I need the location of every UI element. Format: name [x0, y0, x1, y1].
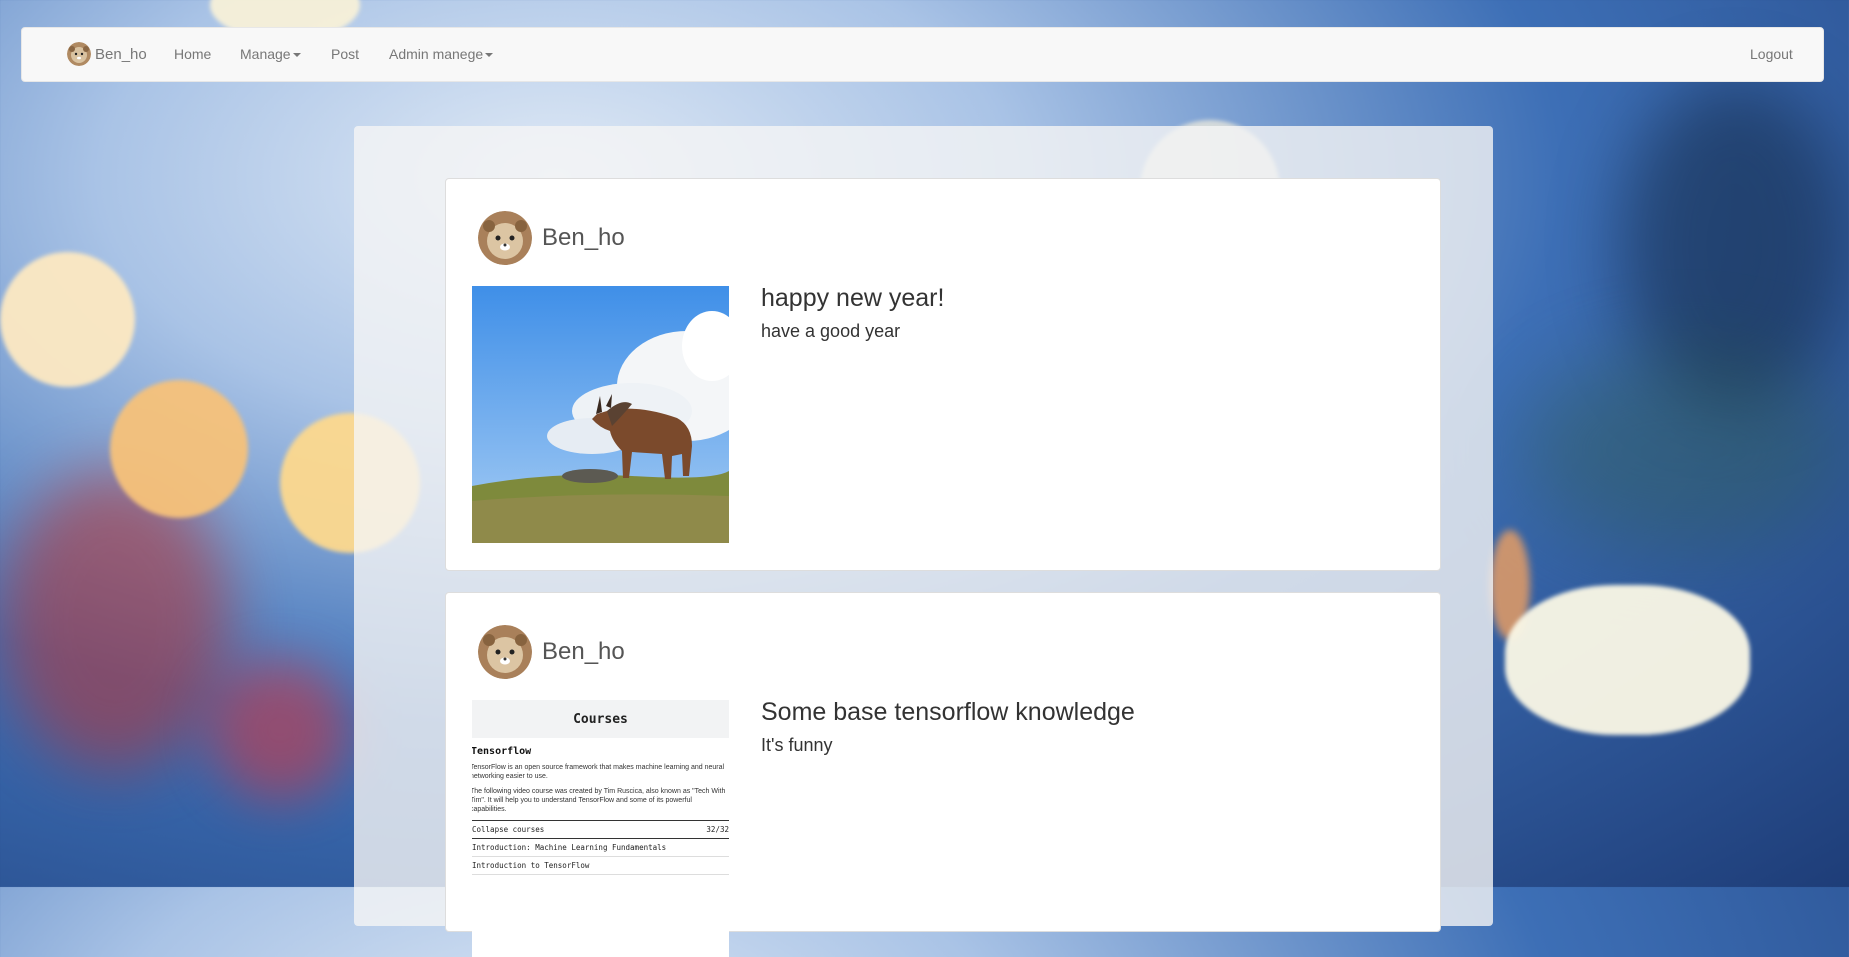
nav-manage-label: Manage — [240, 46, 291, 62]
author-name: Ben_ho — [542, 224, 625, 251]
nav-admin-dropdown[interactable]: Admin manege — [389, 46, 494, 62]
nav-home[interactable]: Home — [174, 46, 211, 62]
post-author[interactable]: Ben_ho — [478, 211, 625, 265]
bull-photo-image — [472, 286, 729, 543]
logout-link[interactable]: Logout — [1750, 46, 1793, 62]
background-bokeh — [0, 252, 135, 387]
post-image[interactable]: Courses Tensorflow TensorFlow is an open… — [472, 700, 729, 957]
nav-manage-dropdown[interactable]: Manage — [240, 46, 301, 62]
thumbnail-lesson: Introduction: Machine Learning Fundament… — [472, 839, 729, 857]
caret-down-icon — [485, 53, 494, 58]
post-title: happy new year! — [761, 284, 945, 312]
background-bokeh — [1505, 585, 1750, 735]
background-bokeh — [210, 660, 350, 800]
post-card: Ben_ho happy new year! have a good year — [445, 178, 1441, 571]
thumbnail-heading: Tensorflow — [472, 746, 532, 757]
post-title: Some base tensorflow knowledge — [761, 698, 1135, 726]
thumbnail-lesson: Introduction to TensorFlow — [472, 857, 729, 875]
post-body: It's funny — [761, 735, 833, 755]
author-name: Ben_ho — [542, 638, 625, 665]
author-avatar-icon — [478, 625, 532, 679]
thumbnail-collapse-bar: Collapse courses 32/32 — [472, 820, 729, 839]
background-bokeh — [1520, 350, 1849, 550]
top-navbar: Ben_ho Home Manage Post Admin manege Log… — [21, 27, 1824, 82]
post-author[interactable]: Ben_ho — [478, 625, 625, 679]
post-body: have a good year — [761, 321, 901, 341]
caret-down-icon — [292, 53, 301, 58]
thumbnail-paragraph: TensorFlow is an open source framework t… — [472, 764, 725, 780]
thumbnail-paragraph: The following video course was created b… — [472, 788, 726, 813]
nav-brand[interactable]: Ben_ho — [67, 42, 147, 66]
nav-admin-label: Admin manege — [389, 46, 484, 62]
post-image[interactable] — [472, 286, 729, 543]
nav-post[interactable]: Post — [331, 46, 359, 62]
thumbnail-progress: 32/32 — [706, 825, 729, 834]
background-bokeh — [110, 380, 248, 518]
post-card: Ben_ho Courses Tensorflow TensorFlow is … — [445, 592, 1441, 957]
thumbnail-header: Courses — [472, 700, 729, 738]
nav-brand-label: Ben_ho — [95, 45, 147, 63]
user-avatar-icon — [67, 42, 91, 66]
author-avatar-icon — [478, 211, 532, 265]
thumbnail-collapse-label: Collapse courses — [472, 825, 545, 834]
